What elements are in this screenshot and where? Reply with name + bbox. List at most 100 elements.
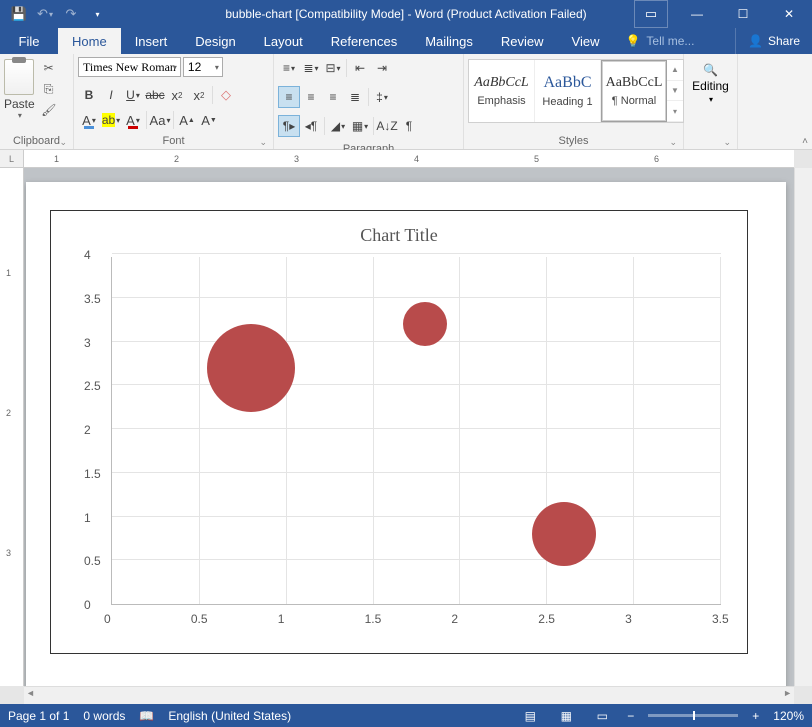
maximize-button[interactable]: ☐ — [720, 0, 766, 28]
chart-object[interactable]: Chart Title 00.511.522.533.500.511.522.5… — [50, 210, 748, 654]
highlight-button[interactable]: ab▾ — [100, 109, 122, 131]
view-web-button[interactable]: ▭ — [591, 709, 613, 723]
align-left-button[interactable]: ≡ — [278, 86, 300, 108]
group-label-font: Font — [78, 133, 269, 149]
tab-design[interactable]: Design — [181, 28, 249, 54]
group-label-styles: Styles — [468, 133, 679, 149]
tab-view[interactable]: View — [558, 28, 614, 54]
chart-title: Chart Title — [67, 225, 731, 246]
style-emphasis[interactable]: AaBbCcL Emphasis — [469, 60, 535, 122]
sort-button[interactable]: A↓Z — [376, 115, 398, 137]
tab-insert[interactable]: Insert — [121, 28, 182, 54]
paste-button[interactable]: Paste ▾ — [4, 57, 35, 120]
increase-indent-button[interactable]: ⇥ — [371, 57, 393, 79]
show-marks-button[interactable]: ¶ — [398, 115, 420, 137]
share-button[interactable]: 👤Share — [735, 28, 812, 54]
scrollbar-vertical[interactable] — [794, 168, 812, 686]
change-case-button[interactable]: Aa▾ — [149, 109, 171, 131]
page-scroll[interactable]: Chart Title 00.511.522.533.500.511.522.5… — [24, 168, 794, 686]
document-area: 123 Chart Title 00.511.522.533.500.511.5… — [0, 168, 812, 686]
tab-file[interactable]: File — [0, 28, 58, 54]
ribbon: Paste ▾ ✂ ⎘ 🖌 Clipboard Times New Roman … — [0, 54, 812, 150]
borders-button[interactable]: ▦▾ — [349, 115, 371, 137]
font-color-button[interactable]: A▾ — [122, 109, 144, 131]
status-words[interactable]: 0 words — [83, 709, 125, 723]
status-bar: Page 1 of 1 0 words 📖 English (United St… — [0, 704, 812, 727]
shading-button[interactable]: ◢▾ — [327, 115, 349, 137]
ruler-horizontal[interactable]: 123456 — [24, 150, 794, 168]
editing-label: Editing — [692, 79, 729, 93]
ruler-vertical[interactable]: 123 — [0, 168, 24, 686]
style-name: Heading 1 — [542, 96, 592, 108]
proofing-icon[interactable]: 📖 — [139, 709, 154, 723]
font-size-combo[interactable]: 12 — [183, 57, 223, 77]
grow-font-button[interactable]: A▲ — [176, 109, 198, 131]
line-spacing-button[interactable]: ‡▾ — [371, 86, 393, 108]
copy-button[interactable]: ⎘ — [39, 80, 59, 98]
qat-customize-icon[interactable]: ▾ — [84, 0, 110, 28]
close-button[interactable]: ✕ — [766, 0, 812, 28]
italic-button[interactable]: I — [100, 84, 122, 106]
ltr-button[interactable]: ¶▸ — [278, 115, 300, 137]
style-preview: AaBbC — [544, 74, 592, 92]
page: Chart Title 00.511.522.533.500.511.522.5… — [26, 182, 786, 686]
zoom-in-button[interactable]: + — [752, 709, 759, 723]
tell-me-search[interactable]: 💡Tell me... — [625, 28, 694, 54]
font-name-combo[interactable]: Times New Roman — [78, 57, 181, 77]
numbering-button[interactable]: ≣▾ — [300, 57, 322, 79]
tab-layout[interactable]: Layout — [250, 28, 317, 54]
rtl-button[interactable]: ◂¶ — [300, 115, 322, 137]
bullets-button[interactable]: ≡▾ — [278, 57, 300, 79]
shrink-font-button[interactable]: A▼ — [198, 109, 220, 131]
ribbon-options-icon[interactable]: ▭ — [634, 0, 668, 28]
chevron-down-icon: ▾ — [18, 111, 22, 120]
view-print-button[interactable]: ▦ — [555, 709, 577, 723]
chevron-down-icon: ▾ — [709, 95, 713, 104]
chart-bubble — [403, 302, 447, 346]
status-page[interactable]: Page 1 of 1 — [8, 709, 69, 723]
multilevel-button[interactable]: ⊟▾ — [322, 57, 344, 79]
undo-icon[interactable]: ↶▾ — [32, 0, 58, 28]
underline-button[interactable]: U▾ — [122, 84, 144, 106]
redo-icon[interactable]: ↷ — [58, 0, 84, 28]
tab-review[interactable]: Review — [487, 28, 558, 54]
zoom-level[interactable]: 120% — [773, 709, 804, 723]
align-right-button[interactable]: ≡ — [322, 86, 344, 108]
subscript-button[interactable]: x2 — [166, 84, 188, 106]
text-effects-button[interactable]: A▾ — [78, 109, 100, 131]
superscript-button[interactable]: x2 — [188, 84, 210, 106]
ruler-corner[interactable]: L — [0, 150, 24, 168]
bold-button[interactable]: B — [78, 84, 100, 106]
group-label-clipboard: Clipboard — [4, 133, 69, 149]
decrease-indent-button[interactable]: ⇤ — [349, 57, 371, 79]
clear-format-button[interactable]: ◇ — [215, 84, 237, 106]
paste-icon — [4, 59, 34, 95]
zoom-out-button[interactable]: − — [627, 709, 634, 723]
justify-button[interactable]: ≣ — [344, 86, 366, 108]
zoom-slider[interactable] — [648, 714, 738, 717]
group-editing: 🔍 Editing ▾ — [684, 54, 738, 149]
style-preview: AaBbCcL — [606, 75, 663, 91]
view-read-button[interactable]: ▤ — [519, 709, 541, 723]
paste-label: Paste — [4, 97, 35, 111]
style-scroll[interactable]: ▲▼▾ — [667, 60, 683, 122]
cut-button[interactable]: ✂ — [39, 59, 59, 77]
tab-mailings[interactable]: Mailings — [411, 28, 487, 54]
strikethrough-button[interactable]: abc — [144, 84, 166, 106]
save-icon[interactable]: 💾 — [6, 0, 32, 28]
collapse-ribbon-button[interactable]: ˄ — [802, 136, 808, 147]
tab-references[interactable]: References — [317, 28, 411, 54]
format-painter-button[interactable]: 🖌 — [39, 101, 59, 119]
style-name: Emphasis — [477, 95, 525, 107]
style-normal[interactable]: AaBbCcL ¶ Normal — [601, 60, 667, 122]
status-language[interactable]: English (United States) — [168, 709, 291, 723]
tab-home[interactable]: Home — [58, 28, 121, 54]
share-label: Share — [768, 34, 800, 48]
minimize-button[interactable]: — — [674, 0, 720, 28]
scrollbar-horizontal[interactable] — [24, 686, 794, 704]
style-heading1[interactable]: AaBbC Heading 1 — [535, 60, 601, 122]
align-center-button[interactable]: ≡ — [300, 86, 322, 108]
quick-access-toolbar: 💾 ↶▾ ↷ ▾ — [0, 0, 110, 28]
editing-button[interactable]: 🔍 Editing ▾ — [692, 63, 729, 104]
style-gallery[interactable]: AaBbCcL Emphasis AaBbC Heading 1 AaBbCcL… — [468, 59, 684, 123]
